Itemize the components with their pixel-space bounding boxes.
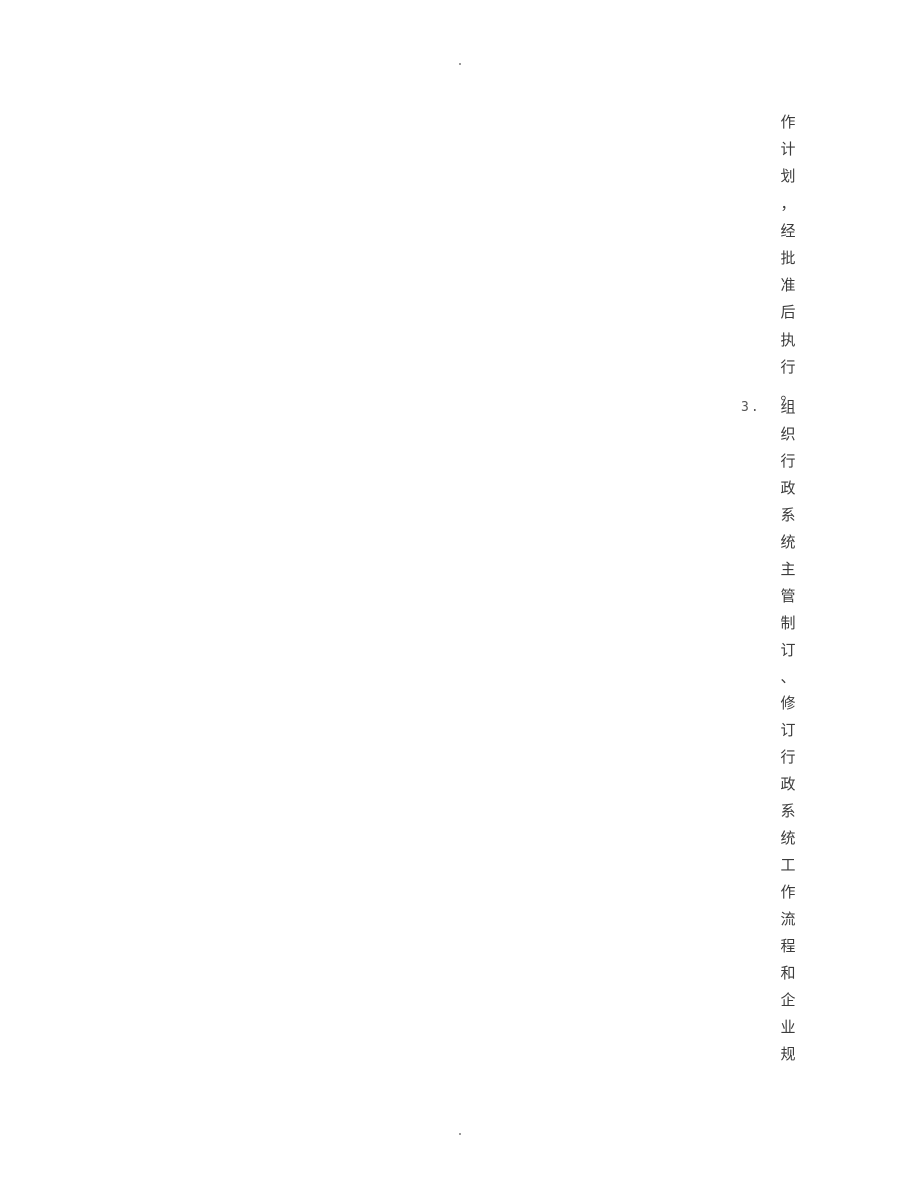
text-character: 统 — [780, 829, 796, 848]
text-character: 管 — [780, 586, 796, 605]
text-character: ， — [780, 194, 796, 213]
text-character: 系 — [780, 802, 796, 821]
text-character: 规 — [780, 1044, 796, 1063]
text-character: 修 — [780, 694, 796, 713]
text-character: 批 — [780, 248, 796, 267]
text-character: 织 — [780, 424, 796, 443]
text-character: 制 — [780, 613, 796, 632]
text-character: 系 — [780, 505, 796, 524]
continued-paragraph-text: 作计划，经批准后执行。 — [779, 109, 797, 408]
text-character: 工 — [780, 856, 796, 875]
text-character: 行 — [780, 748, 796, 767]
text-character: 作 — [780, 113, 796, 131]
text-character: 和 — [780, 964, 796, 983]
text-character: 经 — [780, 221, 796, 240]
text-character: 统 — [780, 532, 796, 551]
list-item-number: 3. — [741, 400, 761, 415]
text-character: 企 — [780, 990, 796, 1009]
text-character: 行 — [780, 451, 796, 470]
text-character: 程 — [780, 937, 796, 956]
text-character: 执 — [780, 330, 796, 349]
text-character: 行 — [780, 357, 796, 376]
list-item-3-text: 组织行政系统主管制订、修订行政系统工作流程和企业规 — [779, 394, 797, 1068]
text-character: 业 — [780, 1017, 796, 1036]
footer-dot — [459, 1133, 461, 1135]
text-character: 政 — [780, 775, 796, 794]
text-character: 订 — [780, 640, 796, 659]
text-character: 政 — [780, 478, 796, 497]
header-dot — [459, 63, 461, 65]
text-character: 计 — [780, 140, 796, 159]
text-character: 主 — [780, 559, 796, 578]
text-character: 作 — [780, 883, 796, 902]
text-character: 组 — [780, 398, 796, 416]
text-character: 后 — [780, 303, 796, 322]
text-character: 订 — [780, 721, 796, 740]
text-character: 划 — [780, 167, 796, 186]
text-character: 准 — [780, 276, 796, 295]
document-page: 作计划，经批准后执行。 3. 组织行政系统主管制订、修订行政系统工作流程和企业规 — [0, 0, 920, 1191]
text-character: 流 — [780, 910, 796, 929]
text-character: 、 — [780, 667, 796, 686]
